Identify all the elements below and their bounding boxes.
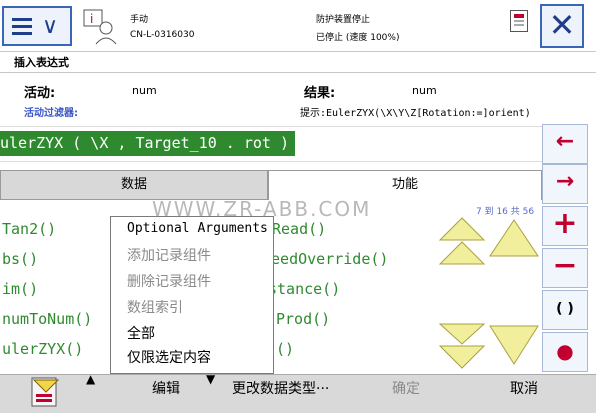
divider (0, 72, 596, 73)
function-item[interactable]: ulerZYX() (2, 340, 83, 358)
close-icon: ✕ (548, 6, 576, 44)
function-item[interactable]: numToNum() (2, 310, 92, 328)
page-up-button[interactable] (438, 212, 540, 270)
tab-data[interactable]: 数据 (0, 170, 268, 200)
menu-item-selected-only[interactable]: 仅限选定内容 (127, 347, 211, 367)
function-item[interactable]: peedOverride() (262, 250, 388, 268)
left-arrow-icon: ← (555, 129, 575, 154)
watermark: WWW.ZR-ABB.COM (152, 197, 372, 221)
run-status: 已停止 (速度 100%) (316, 33, 400, 43)
function-item[interactable]: stance() (268, 280, 340, 298)
page-down-button[interactable] (438, 320, 540, 372)
function-item[interactable]: Prod() (276, 310, 330, 328)
cancel-button[interactable]: 取消 (510, 378, 538, 398)
result-label: 结果: (304, 86, 336, 101)
chevron-down-icon: ∨ (42, 14, 59, 39)
dot-icon: ● (556, 339, 574, 363)
menu-item-add-record-component: 添加记录组件 (127, 248, 211, 264)
hamburger-icon (12, 18, 32, 21)
cursor-right-button[interactable]: → (542, 164, 588, 204)
down-arrow-icon (489, 325, 539, 365)
edit-menu: Optional Arguments 添加记录组件 删除记录组件 数组索引 全部… (110, 216, 274, 374)
dialog-title: 插入表达式 (14, 56, 69, 69)
right-arrow-icon: → (555, 169, 575, 194)
parentheses-icon: ( ) (556, 301, 574, 317)
double-up-arrow-icon (438, 217, 486, 265)
minus-icon: − (552, 248, 578, 283)
active-label: 活动: (24, 86, 56, 101)
active-filter-link[interactable]: 活动过滤器: (24, 104, 78, 119)
operator-window-icon[interactable]: i (82, 8, 118, 46)
edit-button[interactable]: 编辑 (152, 378, 180, 398)
main-menu-button[interactable]: ∨ (2, 6, 72, 46)
up-caret-icon: ▲ (86, 372, 96, 386)
function-item[interactable]: Read() (272, 220, 326, 238)
menu-item-delete-record-component: 删除记录组件 (127, 274, 211, 290)
safety-status: 防护装置停止 (316, 15, 371, 25)
remove-button[interactable]: − (542, 248, 588, 288)
function-item[interactable]: () (276, 340, 294, 358)
svg-text:i: i (90, 12, 93, 26)
close-button[interactable]: ✕ (540, 4, 584, 48)
hint-text: 提示:EulerZYX(\X\Y\Z[Rotation:=]orient) (300, 108, 531, 119)
cursor-left-button[interactable]: ← (542, 124, 588, 164)
up-arrow-icon (489, 219, 539, 257)
controller-id: CN-L-0316030 (130, 30, 195, 40)
parentheses-button[interactable]: ( ) (542, 290, 588, 330)
menu-item-optional-arguments[interactable]: Optional Arguments (127, 221, 268, 236)
active-value: num (132, 84, 157, 97)
function-item[interactable]: bs() (2, 250, 38, 268)
double-down-arrow-icon (438, 323, 486, 369)
tab-functions[interactable]: 功能 (268, 170, 542, 200)
down-caret-icon: ▼ (206, 372, 216, 386)
change-data-type-button[interactable]: 更改数据类型··· (232, 378, 329, 398)
function-item[interactable]: im() (2, 280, 38, 298)
ok-button[interactable]: 确定 (392, 378, 420, 398)
function-item[interactable]: Tan2() (2, 220, 56, 238)
program-editor-icon[interactable] (26, 376, 66, 410)
menu-item-array-index: 数组索引 (127, 300, 183, 316)
menu-item-all[interactable]: 全部 (127, 323, 155, 343)
plus-icon: + (552, 206, 578, 241)
expression-selected[interactable]: ulerZYX ( \X , Target_10 . rot ) (0, 131, 295, 156)
record-button[interactable]: ● (542, 332, 588, 372)
result-value: num (412, 84, 437, 97)
document-icon[interactable] (510, 10, 528, 32)
mode-text: 手动 (130, 15, 149, 25)
add-button[interactable]: + (542, 206, 588, 246)
